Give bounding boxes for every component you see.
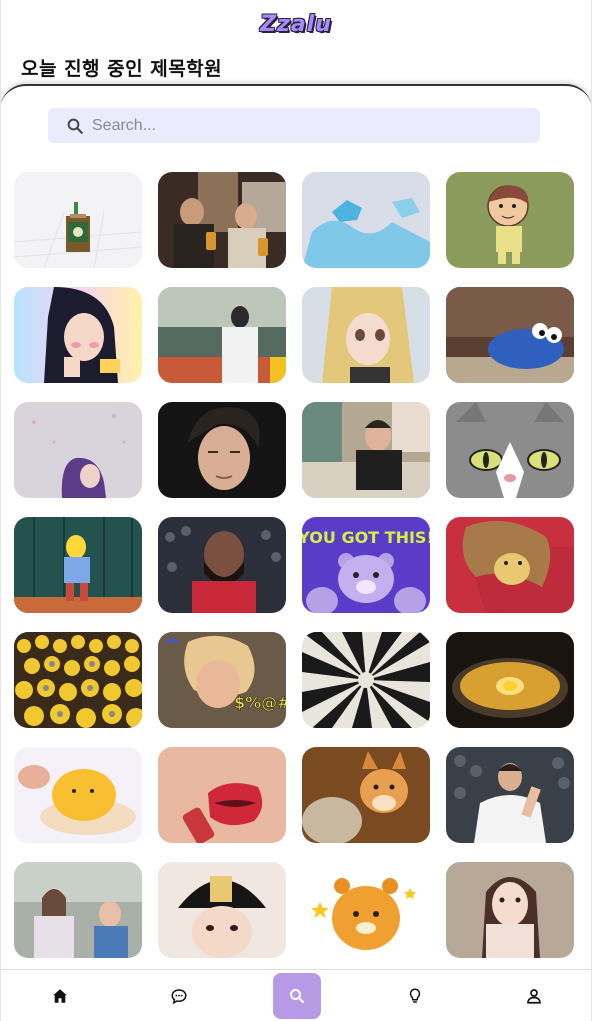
gif-tile-angry-kid-symbols[interactable]: $%@#: [158, 632, 286, 728]
gif-tile-minions-crowd[interactable]: [14, 632, 142, 728]
gif-tile-men-with-beer[interactable]: [158, 172, 286, 268]
gif-tile-bearded-player[interactable]: [158, 517, 286, 613]
gif-tile-girl-in-cap[interactable]: [158, 862, 286, 958]
lightbulb-icon: [410, 987, 421, 1003]
gif-tile-squishy-toy[interactable]: [14, 747, 142, 843]
gif-tile-you-got-this-bear[interactable]: YOU GOT THIS!: [302, 517, 430, 613]
search-icon: [289, 988, 305, 1003]
gif-search-sheet: YOU GOT THIS!: [1, 84, 591, 1021]
app-screen: Zzalu 오늘 진행 중인 제목학원 Search... YOU GOT TH…: [0, 0, 592, 1021]
gif-tile-anime-woman-blush[interactable]: [14, 287, 142, 383]
search-input[interactable]: [92, 116, 512, 135]
gif-grid: YOU GOT THIS! $%@#: [14, 172, 574, 958]
home-icon: [53, 988, 67, 1003]
gif-tile-minecraft-cup[interactable]: [14, 172, 142, 268]
gif-tile-girl-petals[interactable]: [14, 402, 142, 498]
gif-tile-cartoon-cat[interactable]: [446, 402, 574, 498]
search-icon: [67, 118, 83, 134]
gif-tile-football-player[interactable]: [446, 747, 574, 843]
symbols-text: $%@#: [234, 693, 286, 712]
user-icon: [526, 988, 541, 1004]
search-bar[interactable]: [48, 108, 540, 143]
gif-tile-egg-soup[interactable]: [446, 632, 574, 728]
gif-tile-cookie-monster[interactable]: [446, 287, 574, 383]
gif-tile-tv-show-women[interactable]: [14, 862, 142, 958]
bottom-tab-bar: [1, 969, 591, 1021]
tab-chat[interactable]: [155, 973, 203, 1019]
gif-tile-simpsons-ralph[interactable]: [14, 517, 142, 613]
app-logo[interactable]: Zzalu: [1, 12, 591, 37]
gif-tile-basketball-crowd[interactable]: [158, 287, 286, 383]
gif-tile-young-man-portrait[interactable]: [158, 402, 286, 498]
page-title: 오늘 진행 중인 제목학원: [21, 58, 223, 80]
gif-tile-lips-lipstick[interactable]: [158, 747, 286, 843]
gif-tile-wig-dog[interactable]: [446, 517, 574, 613]
gif-tile-girl-eating[interactable]: [446, 862, 574, 958]
gif-tile-man-on-couch[interactable]: [302, 402, 430, 498]
gif-tile-cartoon-kid[interactable]: [446, 172, 574, 268]
gif-tile-anime-blonde-girl[interactable]: [302, 287, 430, 383]
gif-tile-kakao-ryan[interactable]: [302, 862, 430, 958]
gif-tile-blue-clouds[interactable]: [302, 172, 430, 268]
tab-search[interactable]: [272, 972, 321, 1019]
tab-ideas[interactable]: [391, 973, 439, 1019]
gif-tile-shiba-dog[interactable]: [302, 747, 430, 843]
gif-tile-optical-illusion[interactable]: [302, 632, 430, 728]
tab-profile[interactable]: [510, 973, 558, 1019]
chat-icon: [171, 988, 187, 1004]
tab-home[interactable]: [36, 973, 84, 1019]
you-got-this-text: YOU GOT THIS!: [302, 528, 430, 547]
